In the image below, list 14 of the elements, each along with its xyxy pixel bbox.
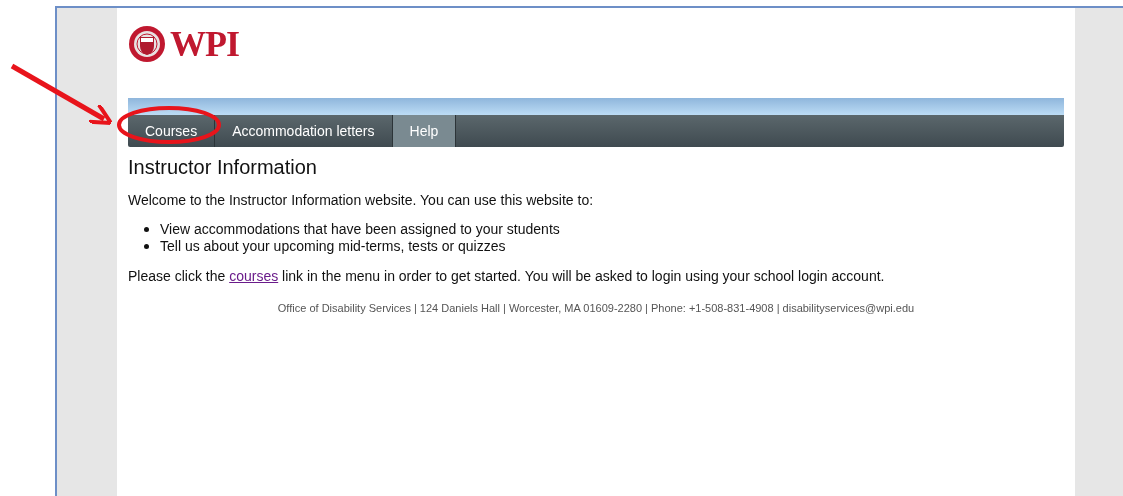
logo-text: WPI [170, 26, 239, 62]
bullet-item: Tell us about your upcoming mid-terms, tests or quizzes [160, 238, 506, 255]
instruction-text: Please click the courses link in the menu in order to get started. You will be asked to login using your school login account. [128, 268, 886, 284]
bullet-icon [144, 244, 149, 249]
intro-text: Welcome to the Instructor Information website. You can use this website to: [128, 192, 595, 208]
nav-tab[interactable]: Courses [128, 115, 216, 147]
bullet-item: View accommodations that have been assigned to your students [160, 221, 560, 238]
footer-text: Office of Disability Services | 124 Daniels Hall | Worcester, MA 01609-2280 | Phone: +1-508-831-4908 | disabilityservices@wpi.edu [276, 302, 916, 314]
bullet-icon [144, 227, 149, 232]
courses-link[interactable]: courses [229, 268, 279, 284]
nav-tab[interactable]: Help [392, 115, 457, 147]
page-title: Instructor Information [128, 156, 318, 179]
seal-icon [128, 25, 166, 63]
nav-tab[interactable]: Accommodation letters [215, 115, 393, 147]
